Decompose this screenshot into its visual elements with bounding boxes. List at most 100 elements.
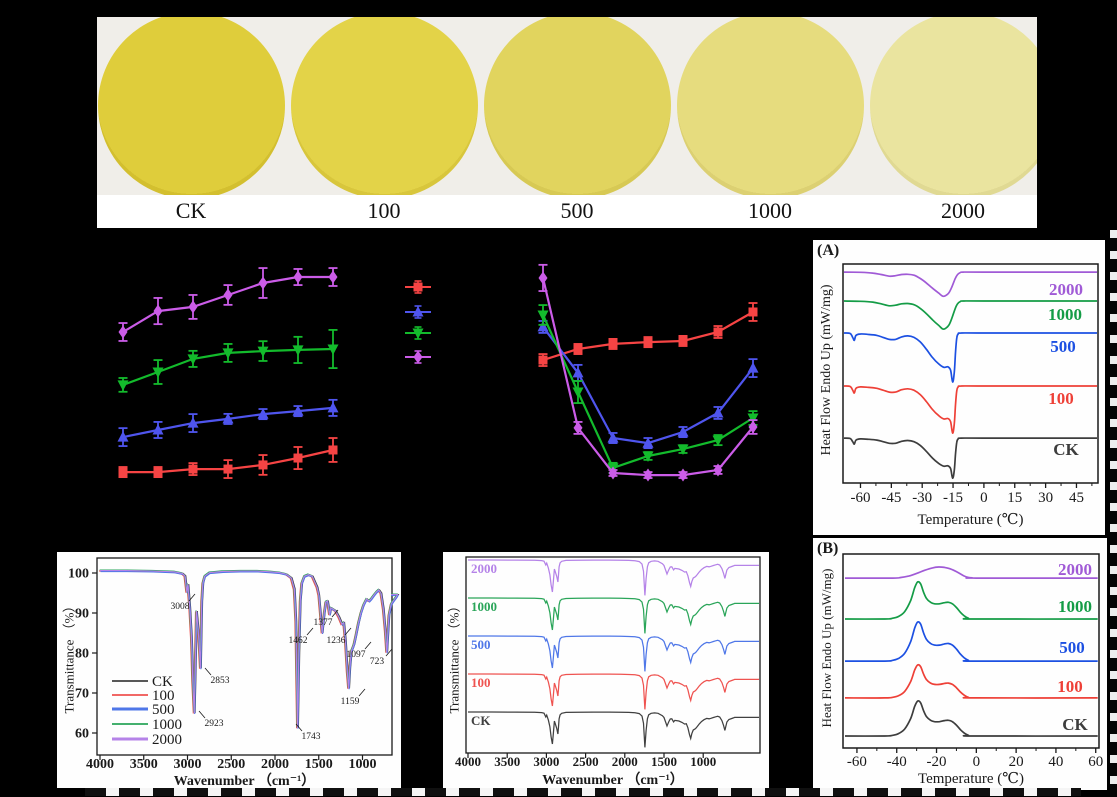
svg-text:-15: -15 (943, 490, 963, 506)
stack-label-2000: 2000 (471, 561, 497, 576)
series-red-squares (539, 303, 758, 366)
dsc-curve-100: 100 (844, 386, 1097, 433)
dsc-curve-label-100: 100 (1048, 389, 1074, 408)
page-edge-dashes-bottom (85, 788, 1081, 796)
ftir-overlay-plot: 400035003000250020001500100010090807060C… (57, 552, 401, 788)
dish-label-500: 500 (561, 198, 594, 224)
legend: CK10050010002000 (112, 674, 182, 748)
svg-text:3500: 3500 (494, 754, 520, 769)
dsc-curve-label-1000: 1000 (1048, 305, 1082, 324)
dsc-curve-500: 500 (845, 622, 1098, 661)
dsc-curve-CK: CK (844, 438, 1097, 478)
peak-label-1743: 1743 (302, 732, 321, 742)
peak-label-2923: 2923 (205, 719, 224, 729)
ftir-overlay-x-axis-title: Wavenumber （cm⁻¹） (97, 770, 392, 790)
spectrum-CK: CK (468, 712, 759, 747)
series-blue-triangles (118, 400, 339, 446)
ftir-stacked-x-axis-title: Wavenumber （cm⁻¹） (466, 769, 760, 789)
figure-canvas: CK10050010002000 (A) Heat Flow Endo Up (… (0, 0, 1117, 797)
svg-text:60: 60 (1088, 754, 1103, 770)
dish-label-1000: 1000 (748, 198, 792, 224)
x-axis-ticks: 4000350030002500200015001000 (455, 753, 716, 769)
stack-label-500: 500 (471, 637, 491, 652)
x-axis-ticks: -60 -45 -30 -15 0 15 30 45 (850, 483, 1091, 506)
peak-label-1377: 1377 (314, 618, 333, 628)
legend-label-500: 500 (152, 702, 175, 718)
axis-ticks: 400035003000250020001500100010090807060 (68, 567, 377, 773)
svg-text:-40: -40 (887, 754, 907, 770)
svg-text:-20: -20 (927, 754, 947, 770)
spectrum-500: 500 (468, 636, 759, 671)
dsc-curve-label-100: 100 (1057, 677, 1083, 696)
svg-text:70: 70 (75, 687, 89, 702)
svg-text:90: 90 (75, 607, 89, 622)
svg-text:40: 40 (1048, 754, 1063, 770)
svg-text:100: 100 (68, 567, 89, 582)
page-edge-dashes-right (1110, 230, 1117, 797)
petri-dish-labels: CK10050010002000 (97, 195, 1037, 228)
svg-text:2000: 2000 (612, 754, 638, 769)
peak-label-1159: 1159 (341, 697, 360, 707)
dsc-curve-label-500: 500 (1059, 638, 1085, 657)
dsc-curve-label-1000: 1000 (1058, 597, 1092, 616)
panel-a-label: (A) (817, 242, 839, 260)
svg-text:45: 45 (1069, 490, 1084, 506)
dsc-curve-2000: 2000 (844, 272, 1097, 299)
petri-dish-photo (97, 17, 1037, 195)
stack-label-100: 100 (471, 675, 491, 690)
dsc-curve-label-CK: CK (1053, 440, 1079, 459)
dsc-panel-b: (B) Heat Flow Endo Up (mW/mg) -60-40-200… (813, 538, 1107, 790)
svg-text:-45: -45 (881, 490, 901, 506)
peak-label-1097: 1097 (347, 650, 366, 660)
stack-label-1000: 1000 (471, 599, 497, 614)
svg-text:3000: 3000 (533, 754, 559, 769)
dsc-curve-CK: CK (845, 701, 1098, 736)
legend-markers (405, 281, 431, 364)
petri-dish-photo-strip: CK10050010002000 (97, 17, 1037, 228)
spectrum-1000: 1000 (468, 598, 759, 633)
dsc-panel-a: (A) Heat Flow Endo Up (mW/mg) -60-45-30-… (813, 240, 1105, 535)
spectrum-100: 100 (468, 674, 759, 709)
series-magenta-diamonds (539, 265, 758, 482)
dsc-curve-1000: 1000 (844, 301, 1097, 329)
svg-text:1000: 1000 (690, 754, 716, 769)
svg-text:1500: 1500 (651, 754, 677, 769)
svg-text:-60: -60 (850, 490, 870, 506)
ftir-stacked-plot: 4000350030002500200015001000200010005001… (443, 552, 769, 788)
petri-dish-2000 (870, 17, 1037, 195)
legend-label-2000: 2000 (152, 732, 182, 748)
dsc-b-plot: -60 -40 -20 0 20 40 60 2000 1000 500 100 CK (813, 538, 1107, 790)
ftir-overlay-panel: Transmittance （%） 4000350030002500200015… (57, 552, 401, 788)
series-red-squares (119, 438, 338, 478)
dsc-curve-2000: 2000 (845, 560, 1098, 579)
svg-text:4000: 4000 (455, 754, 481, 769)
dsc-a-plot: -60 -45 -30 -15 0 15 30 45 2000 1000 500 100 CK (813, 240, 1105, 535)
ftir-stacked-panel: Transmittance （%） 4000350030002500200015… (443, 552, 769, 788)
svg-text:0: 0 (973, 754, 981, 770)
peak-label-1462: 1462 (289, 636, 308, 646)
spectrum-2000: 2000 (468, 560, 759, 595)
svg-text:0: 0 (980, 490, 988, 506)
series-green-triangles (118, 330, 339, 392)
peak-label-723: 723 (370, 657, 385, 667)
stack-label-CK: CK (471, 713, 491, 728)
svg-text:30: 30 (1038, 490, 1053, 506)
peak-label-2853: 2853 (211, 676, 230, 686)
peak-label-3008: 3008 (171, 602, 190, 612)
svg-text:15: 15 (1007, 490, 1022, 506)
svg-text:20: 20 (1009, 754, 1024, 770)
dsc-curve-500: 500 (844, 333, 1097, 382)
svg-text:60: 60 (75, 727, 89, 742)
dsc-a-x-axis-title: Temperature (℃) (843, 510, 1098, 529)
storage-line-chart-left (60, 250, 480, 540)
legend-label-1000: 1000 (152, 717, 182, 733)
panel-b-label: (B) (817, 540, 838, 558)
svg-text:-60: -60 (847, 754, 867, 770)
dsc-curve-1000: 1000 (845, 582, 1098, 619)
dish-label-CK: CK (176, 198, 207, 224)
peak-label-1236: 1236 (327, 636, 346, 646)
dsc-b-x-axis-title: Temperature (℃) (843, 769, 1099, 788)
svg-text:-30: -30 (912, 490, 932, 506)
storage-line-chart-right (490, 250, 810, 540)
x-axis-ticks: -60 -40 -20 0 20 40 60 (847, 748, 1103, 770)
